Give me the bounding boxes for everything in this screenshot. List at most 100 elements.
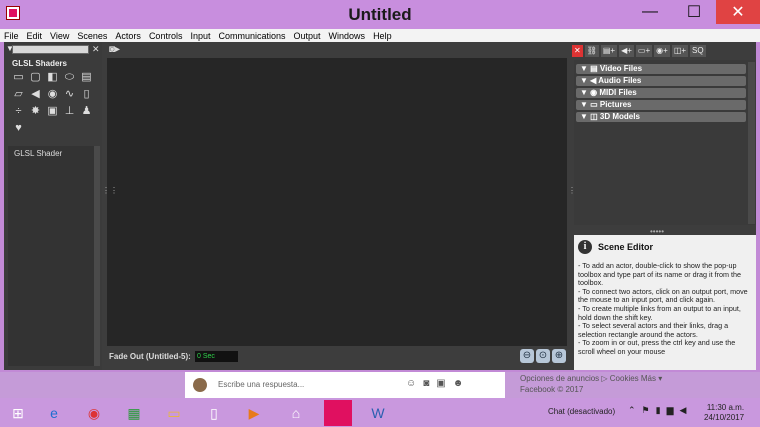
left-resize-grip[interactable]: ⋮⋮ [102, 187, 118, 218]
footer-links[interactable]: Opciones de anuncios ▷ Cookies Más ▾ [520, 373, 662, 384]
media-icon[interactable]: ▤ [79, 71, 94, 84]
toolbox-search-input[interactable] [12, 45, 89, 54]
help-line: - To connect two actors, click on an out… [578, 286, 748, 305]
fade-out-label: Fade Out (Untitled-5): [109, 352, 191, 361]
fade-out-value: 0 Sec [195, 351, 238, 362]
clock-date: 24/10/2017 [704, 413, 745, 422]
menu-windows[interactable]: Windows [325, 31, 370, 41]
remove-media-button[interactable]: ✕ [572, 45, 583, 57]
help-line: - To add an actor, double-click to show … [578, 261, 742, 288]
word-icon[interactable]: W [364, 400, 392, 426]
scene-editor-canvas[interactable] [107, 58, 567, 346]
chrome-icon[interactable]: ◉ [80, 400, 108, 426]
up-arrow-icon[interactable]: ⌃ [628, 405, 636, 416]
toolbox-scrollbar[interactable] [94, 146, 100, 366]
emoji-icon[interactable]: ☺ [406, 378, 416, 389]
store-icon[interactable]: ▦ [120, 400, 148, 426]
notepad-icon[interactable]: ▯ [200, 400, 228, 426]
menu-scenes[interactable]: Scenes [73, 31, 111, 41]
clock-time: 11:30 a.m. [706, 403, 745, 412]
mouse-icon[interactable]: ▯ [79, 88, 94, 101]
media-row-3d[interactable]: ▼ ◫ 3D Models [576, 112, 746, 122]
projector-icon[interactable]: ▭ [11, 71, 26, 84]
media-row-video[interactable]: ▼ ▤ Video Files [576, 64, 746, 74]
link-icon[interactable]: ⛓ [584, 45, 599, 57]
person-icon[interactable]: ♟ [79, 105, 94, 118]
home-icon[interactable]: ⌂ [282, 400, 310, 426]
divide-icon[interactable]: ÷ [11, 105, 26, 118]
glsl-icon[interactable]: ⬭ [62, 71, 77, 84]
media-row-label: Audio Files [598, 76, 642, 85]
battery-icon[interactable]: ▮ [656, 405, 661, 416]
ie-icon[interactable]: e [40, 400, 68, 426]
help-text: - To add an actor, double-click to show … [578, 261, 754, 357]
reply-input[interactable]: Escribe una respuesta... [218, 380, 304, 389]
menu-controls[interactable]: Controls [145, 31, 187, 41]
heart-icon[interactable]: ♥ [11, 122, 26, 135]
help-line: - To zoom in or out, press the ctrl key … [578, 338, 736, 356]
toolbox-category-title: GLSL Shaders [12, 59, 67, 68]
media-row-pictures[interactable]: ▼ ▭ Pictures [576, 100, 746, 110]
media-row-label: Pictures [599, 100, 632, 109]
chat-status[interactable]: Chat (desactivado) [548, 407, 615, 416]
network-icon[interactable]: ⊥ [62, 105, 77, 118]
reply-tools: ☺ ◙ ▣ ☻ [406, 378, 463, 389]
media-row-midi[interactable]: ▼ ◉ MIDI Files [576, 88, 746, 98]
menu-output[interactable]: Output [290, 31, 325, 41]
menu-edit[interactable]: Edit [23, 31, 47, 41]
media-player-icon[interactable]: ▶ [240, 400, 268, 426]
start-icon[interactable]: ⊞ [4, 400, 32, 426]
close-button[interactable]: ✕ [716, 0, 760, 24]
help-title: Scene Editor [598, 242, 654, 252]
globe-icon[interactable]: ◉ [45, 88, 60, 101]
menu-help[interactable]: Help [369, 31, 396, 41]
add-midi-button[interactable]: ◉+ [654, 45, 670, 57]
stage-icon[interactable]: ▢ [28, 71, 43, 84]
gif-icon[interactable]: ▣ [436, 378, 445, 389]
speaker-icon[interactable]: ◀ [28, 88, 43, 101]
gear-icon[interactable]: ✸ [28, 105, 43, 118]
media-row-label: Video Files [599, 64, 643, 73]
camera-icon[interactable]: ◙▸ [109, 44, 120, 55]
media-row-label: 3D Models [599, 112, 640, 121]
media-row-audio[interactable]: ▼ ◀ Audio Files [576, 76, 746, 86]
facebook-footer-links: Opciones de anuncios ▷ Cookies Más ▾ Fac… [520, 373, 662, 395]
sticker-icon[interactable]: ☻ [453, 378, 464, 389]
right-resize-grip[interactable]: ⋮⋮ [568, 187, 584, 218]
explorer-icon[interactable]: ▭ [160, 400, 188, 426]
help-line: - To create multiple links from an outpu… [578, 303, 741, 322]
wave-icon[interactable]: ∿ [62, 88, 77, 101]
list-item[interactable]: GLSL Shader [14, 149, 62, 158]
menu-input[interactable]: Input [186, 31, 214, 41]
camera-icon[interactable]: ◙ [423, 378, 429, 389]
menu-bar: File Edit View Scenes Actors Controls In… [0, 29, 760, 42]
maximize-button[interactable]: ☐ [672, 0, 716, 24]
zoom-reset-icon[interactable]: ⊙ [536, 349, 550, 363]
add-picture-button[interactable]: ▭+ [635, 45, 653, 57]
add-video-button[interactable]: ▤+ [600, 45, 618, 57]
capture-icon[interactable]: ▣ [45, 105, 60, 118]
actor-icon-grid: ▭ ▢ ◧ ⬭ ▤ ▱ ◀ ◉ ∿ ▯ ÷ ✸ ▣ ⊥ ♟ ♥ [11, 71, 99, 135]
isadora-taskbar-icon[interactable] [324, 400, 352, 426]
volume-icon[interactable]: ◀ [680, 405, 687, 416]
clock[interactable]: 11:30 a.m. 24/10/2017 [704, 403, 744, 423]
menu-view[interactable]: View [46, 31, 73, 41]
menu-actors[interactable]: Actors [111, 31, 145, 41]
zoom-controls: ⊖ ⊙ ⊕ [520, 349, 566, 363]
clear-search-icon[interactable]: ✕ [92, 44, 101, 54]
add-3d-button[interactable]: ◫+ [671, 45, 689, 57]
media-scrollbar[interactable] [748, 62, 755, 224]
footer-copyright: Facebook © 2017 [520, 385, 584, 394]
minimize-button[interactable]: — [628, 0, 672, 24]
flag-icon[interactable]: ⚑ [642, 405, 650, 416]
panel-icon[interactable]: ◧ [45, 71, 60, 84]
zoom-in-icon[interactable]: ⊕ [552, 349, 566, 363]
network-icon[interactable]: ▆ [667, 405, 674, 416]
media-row-label: MIDI Files [599, 88, 637, 97]
menu-file[interactable]: File [0, 31, 23, 41]
add-audio-button[interactable]: ◀+ [619, 45, 634, 57]
zoom-out-icon[interactable]: ⊖ [520, 349, 534, 363]
menu-communications[interactable]: Communications [214, 31, 289, 41]
sq-button[interactable]: SQ [690, 45, 706, 57]
ff-icon[interactable]: ▱ [11, 88, 26, 101]
